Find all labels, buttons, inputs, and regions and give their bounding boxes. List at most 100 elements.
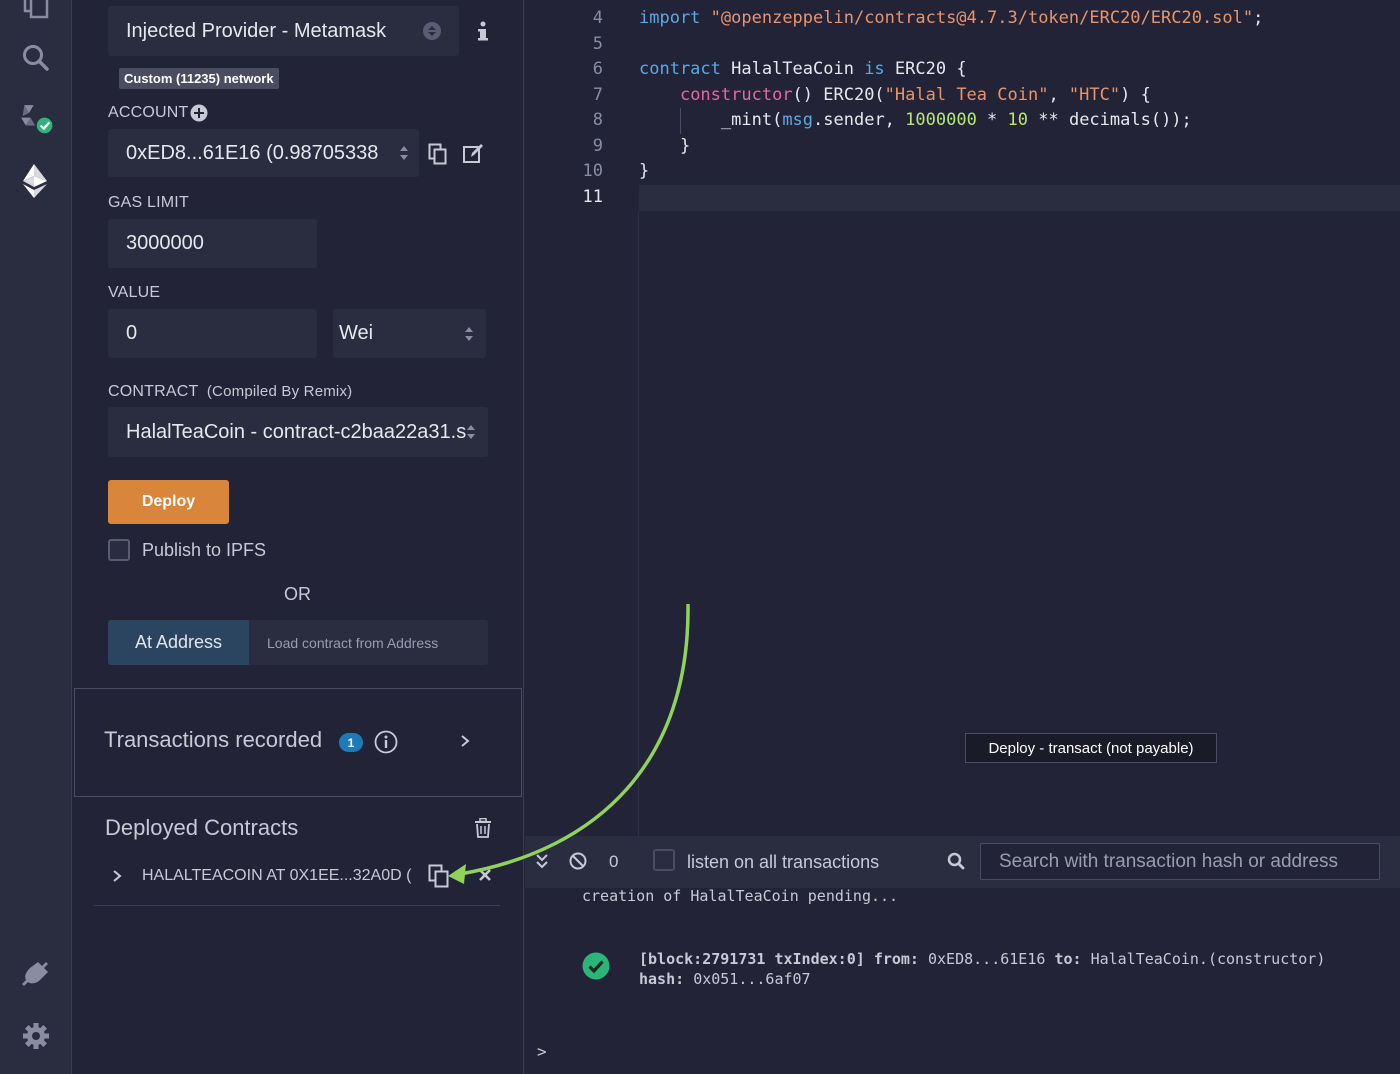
token: is (864, 59, 885, 79)
token: "@openzeppelin/contracts@4.7.3/token/ERC… (710, 8, 1254, 28)
info-circle-icon[interactable] (374, 730, 398, 759)
code-line: constructor() ERC20("Halal Tea Coin", "H… (639, 85, 1151, 105)
add-account-icon[interactable] (190, 104, 208, 127)
deployed-contracts-label: Deployed Contracts (105, 815, 299, 840)
listen-all-label: listen on all transactions (687, 852, 880, 872)
edit-account-icon[interactable] (462, 143, 484, 170)
contract-value: HalalTeaCoin - contract-c2baa22a31.s (126, 420, 467, 443)
file-explorer-icon[interactable] (18, 0, 54, 22)
console-prompt[interactable]: > (537, 1042, 547, 1061)
contract-label-text: CONTRACT (108, 383, 199, 400)
publish-ipfs-checkbox[interactable] (108, 539, 130, 561)
deploy-button[interactable]: Deploy (108, 480, 229, 524)
collapse-terminal-icon[interactable] (535, 853, 549, 874)
token: ** decimals()); (1028, 110, 1192, 130)
chevron-updown-icon (467, 425, 475, 439)
account-value: 0xED8...61E16 (0.98705338 (126, 141, 379, 164)
tx-to: HalalTeaCoin.(constructor) (1090, 950, 1326, 968)
load-address-input[interactable]: Load contract from Address (249, 620, 488, 665)
trash-icon[interactable] (474, 817, 492, 843)
account-label: ACCOUNT (108, 104, 189, 122)
copy-address-icon[interactable] (428, 864, 450, 893)
terminal-panel: 0 listen on all transactions Search with… (525, 836, 1400, 1074)
at-address-button[interactable]: At Address (108, 620, 249, 665)
terminal-toolbar: 0 listen on all transactions Search with… (525, 836, 1400, 888)
pending-tx-count: 0 (609, 852, 619, 871)
value-unit-select[interactable]: Wei (333, 309, 486, 358)
token: () ERC20( (792, 85, 885, 105)
tx-log-entry[interactable]: [block:2791731 txIndex:0] from: 0xED8...… (639, 949, 1400, 989)
contract-select[interactable]: HalalTeaCoin - contract-c2baa22a31.s (108, 407, 488, 457)
environment-select[interactable]: Injected Provider - Metamask (108, 6, 459, 56)
line-number: 4 (592, 8, 603, 28)
deployed-instance-row[interactable]: HALALTEACOIN AT 0X1EE...32A0D (E (94, 850, 500, 906)
code-editor[interactable]: 4 5 6 7 8 9 10 11 import "@openzeppelin/… (525, 0, 1400, 836)
deploy-tooltip: Deploy - transact (not payable) (965, 733, 1217, 763)
value-label: VALUE (108, 284, 161, 301)
solidity-compiler-icon[interactable] (18, 102, 54, 138)
token: * (976, 110, 1008, 130)
publish-ipfs-label: Publish to IPFS (142, 540, 267, 560)
token: .sender, (813, 110, 906, 130)
line-number: 11 (582, 187, 603, 207)
copy-account-icon[interactable] (428, 143, 448, 170)
chevron-updown-icon (465, 327, 473, 341)
deployed-instance-label: HALALTEACOIN AT 0X1EE...32A0D (E (142, 867, 412, 884)
chevron-right-icon[interactable] (460, 734, 470, 753)
token: ) { (1120, 85, 1151, 105)
line-number: 8 (592, 110, 603, 130)
icon-panel (0, 0, 72, 1074)
tx-search-input[interactable]: Search with transaction hash or address (980, 843, 1380, 880)
current-line-highlight (639, 185, 1400, 211)
token: ; (1253, 8, 1264, 28)
token: HalalTeaCoin (720, 59, 865, 79)
token: import (639, 8, 701, 28)
tx-log-line-1: [block:2791731 txIndex:0] from: 0xED8...… (639, 949, 1400, 969)
value-input[interactable]: 0 (108, 309, 317, 358)
gas-limit-label: GAS LIMIT (108, 194, 189, 211)
code-line: _mint(msg.sender, 1000000 * 10 ** decima… (639, 110, 1192, 130)
tx-block: [block:2791731 txIndex:0] (639, 950, 865, 968)
line-number: 10 (582, 161, 603, 181)
listen-all-checkbox[interactable] (653, 849, 675, 871)
line-number: 5 (592, 34, 603, 54)
clear-console-icon[interactable] (569, 852, 587, 875)
search-icon[interactable] (18, 40, 54, 76)
search-icon (947, 852, 965, 875)
network-badge: Custom (11235) network (119, 68, 279, 89)
tx-to-label: to: (1054, 950, 1082, 968)
account-select[interactable]: 0xED8...61E16 (0.98705338 (108, 129, 419, 177)
gas-limit-input[interactable]: 3000000 (108, 219, 317, 268)
token: contract (639, 59, 721, 79)
code-line: contract HalalTeaCoin is ERC20 { (639, 59, 967, 79)
chevron-right-icon[interactable] (112, 869, 122, 888)
environment-value: Injected Provider - Metamask (126, 19, 387, 42)
tx-hash-label: hash: (639, 970, 685, 988)
token: constructor (679, 85, 793, 105)
pending-message: creation of HalalTeaCoin pending... (582, 887, 899, 905)
tx-from-label: from: (873, 950, 919, 968)
token: "Halal Tea Coin" (884, 85, 1049, 105)
code-line: } (639, 161, 650, 181)
token: 1000000 (905, 110, 977, 130)
token: _mint( (720, 110, 783, 130)
contract-sublabel: (Compiled By Remix) (206, 383, 353, 400)
tx-log-line-2: hash: 0x051...6af07 (639, 969, 1400, 989)
value-unit-text: Wei (339, 322, 374, 344)
deploy-run-panel: Injected Provider - Metamask Custom (112… (72, 0, 524, 1074)
or-divider: OR (284, 584, 311, 604)
close-icon[interactable] (478, 868, 492, 887)
success-check-icon (582, 952, 610, 985)
line-number: 9 (592, 136, 603, 156)
tx-hash: 0x051...6af07 (693, 970, 811, 988)
token: "HTC" (1068, 85, 1121, 105)
token: , (1048, 85, 1069, 105)
transactions-recorded-section[interactable]: Transactions recorded 1 (74, 688, 522, 797)
settings-icon[interactable] (18, 1018, 54, 1054)
deploy-run-icon[interactable] (18, 163, 54, 199)
token: ERC20 { (884, 59, 967, 79)
info-icon[interactable] (476, 20, 490, 47)
plugin-manager-icon[interactable] (18, 956, 54, 992)
